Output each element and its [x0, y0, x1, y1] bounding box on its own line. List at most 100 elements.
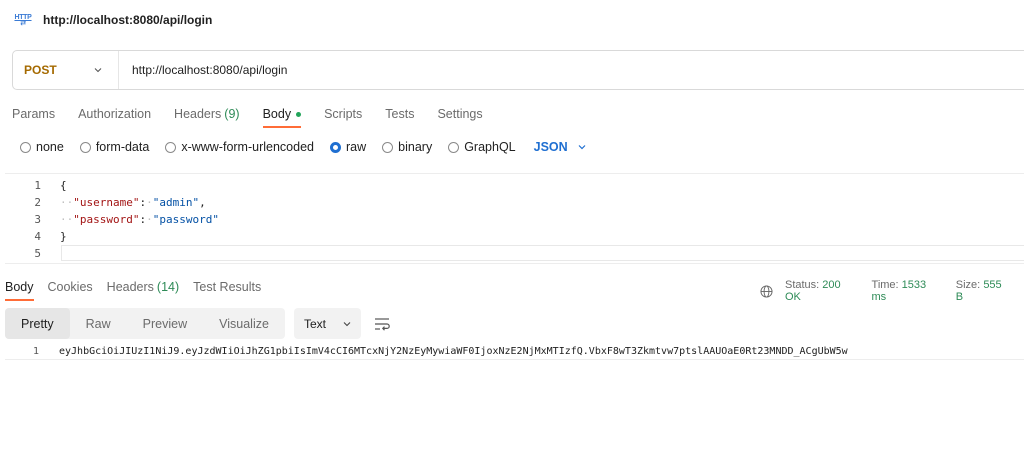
chevron-down-icon [94, 68, 102, 73]
radio-label: x-www-form-urlencoded [181, 140, 314, 154]
response-token-text: eyJhbGciOiJIUzI1NiJ9.eyJzdWIiOiJhZG1pbiI… [59, 346, 848, 357]
radio-label: raw [346, 140, 367, 154]
tab-body[interactable]: Body [262, 100, 302, 128]
radio-circle-icon [165, 141, 177, 153]
http-icon: HTTP ⇄ [14, 13, 32, 27]
tab-authorization[interactable]: Authorization [78, 100, 151, 128]
view-label: Raw [85, 316, 111, 331]
line-number: 4 [34, 230, 41, 243]
view-preview-button[interactable]: Preview [127, 308, 203, 339]
tab-label: Tests [385, 107, 415, 121]
modified-dot-icon [296, 111, 302, 117]
active-line-highlight [61, 245, 1024, 261]
tab-label: Settings [437, 107, 483, 121]
method-select[interactable]: POST [13, 51, 119, 89]
code-line: 3 ··"password":·"password" [5, 211, 219, 228]
size-field: Size: 555 B [956, 279, 1012, 303]
tab-label: Params [12, 107, 56, 121]
time-label: Time: [871, 279, 899, 291]
line-number: 5 [34, 247, 41, 260]
status-label: Status: [784, 279, 820, 291]
body-type-options: none form-data x-www-form-urlencoded raw… [20, 139, 586, 155]
view-mode-group: Pretty Raw Preview Visualize [5, 308, 285, 339]
response-tabs: Body Cookies Headers (14) Test Results [5, 273, 275, 301]
radio-form-data[interactable]: form-data [79, 140, 150, 154]
globe-icon[interactable] [760, 284, 773, 298]
radio-circle-icon [448, 141, 460, 153]
titlebar: HTTP ⇄ http://localhost:8080/api/login [0, 0, 1024, 40]
method-label: POST [24, 63, 57, 77]
view-pretty-button[interactable]: Pretty [5, 308, 70, 339]
radio-circle-icon [382, 141, 394, 153]
radio-label: none [36, 140, 64, 154]
view-label: Visualize [219, 316, 269, 331]
url-bar: POST [12, 50, 1024, 90]
request-body-editor[interactable]: 1 { 2 ··"username":·"admin", 3 ··"passwo… [5, 173, 1024, 264]
chevron-down-icon [343, 321, 351, 326]
view-label: Preview [142, 316, 188, 331]
tab-label: Headers [174, 107, 222, 121]
format-label: Text [303, 316, 326, 331]
json-key: "password" [73, 213, 140, 226]
radio-raw[interactable]: raw [330, 140, 366, 154]
tab-label: Authorization [78, 107, 152, 121]
url-input[interactable] [132, 63, 832, 77]
radio-circle-icon [79, 141, 91, 153]
resp-tab-headers[interactable]: Headers (14) [107, 273, 179, 301]
radio-label: binary [398, 140, 433, 154]
resp-tab-body[interactable]: Body [5, 273, 34, 301]
radio-circle-icon [20, 141, 31, 153]
radio-urlencoded[interactable]: x-www-form-urlencoded [165, 140, 314, 154]
wrap-lines-icon[interactable] [373, 316, 391, 332]
tab-label: Test Results [193, 280, 262, 294]
radio-binary[interactable]: binary [382, 140, 432, 154]
tab-label: Headers [106, 280, 154, 294]
headers-count: (9) [224, 107, 240, 121]
radio-label: GraphQL [464, 140, 516, 154]
language-label: JSON [533, 140, 568, 154]
response-body-line: 1 eyJhbGciOiJIUzI1NiJ9.eyJzdWIiOiJhZG1pb… [5, 344, 1024, 360]
line-number: 3 [34, 213, 41, 226]
chevron-down-icon [578, 145, 586, 150]
request-tabs: Params Authorization Headers (9) Body Scr… [12, 100, 506, 130]
json-value: "password" [152, 213, 219, 226]
headers-count: (14) [156, 280, 180, 294]
view-raw-button[interactable]: Raw [70, 308, 127, 339]
radio-graphql[interactable]: GraphQL [448, 140, 516, 154]
line-number: 2 [34, 196, 41, 209]
tab-tests[interactable]: Tests [385, 100, 414, 128]
response-view-bar: Pretty Raw Preview Visualize Text [5, 308, 391, 339]
tab-settings[interactable]: Settings [437, 100, 482, 128]
code-text: ··"password":·"password" [60, 213, 219, 226]
view-label: Pretty [21, 316, 54, 331]
code-text: ··"username":·"admin", [60, 196, 206, 209]
code-line: 4 } [5, 228, 67, 245]
resp-tab-cookies[interactable]: Cookies [48, 273, 93, 301]
tab-label: Body [5, 280, 34, 294]
response-status: Status: 200 OK Time: 1533 ms Size: 555 B [760, 279, 1024, 303]
request-title: http://localhost:8080/api/login [43, 13, 213, 27]
resp-tab-test-results[interactable]: Test Results [193, 273, 261, 301]
code-line: 5 [5, 245, 60, 262]
tab-label: Scripts [324, 107, 363, 121]
tab-headers[interactable]: Headers (9) [174, 100, 240, 128]
json-value: "admin" [152, 196, 200, 209]
tab-params[interactable]: Params [12, 100, 55, 128]
code-line: 2 ··"username":·"admin", [5, 194, 206, 211]
size-label: Size: [955, 279, 981, 291]
tab-label: Cookies [47, 280, 93, 294]
radio-label: form-data [95, 140, 150, 154]
line-number: 1 [34, 179, 41, 192]
radio-none[interactable]: none [20, 140, 64, 154]
tab-scripts[interactable]: Scripts [324, 100, 362, 128]
language-select[interactable]: JSON [534, 140, 586, 154]
json-key: "username" [73, 196, 140, 209]
time-field: Time: 1533 ms [872, 279, 944, 303]
view-visualize-button[interactable]: Visualize [203, 308, 285, 339]
line-number: 1 [32, 346, 39, 357]
status-field: Status: 200 OK [785, 279, 860, 303]
format-select[interactable]: Text [293, 308, 361, 339]
radio-checked-icon [330, 141, 341, 153]
tab-label: Body [262, 107, 292, 121]
code-text: } [60, 230, 67, 243]
